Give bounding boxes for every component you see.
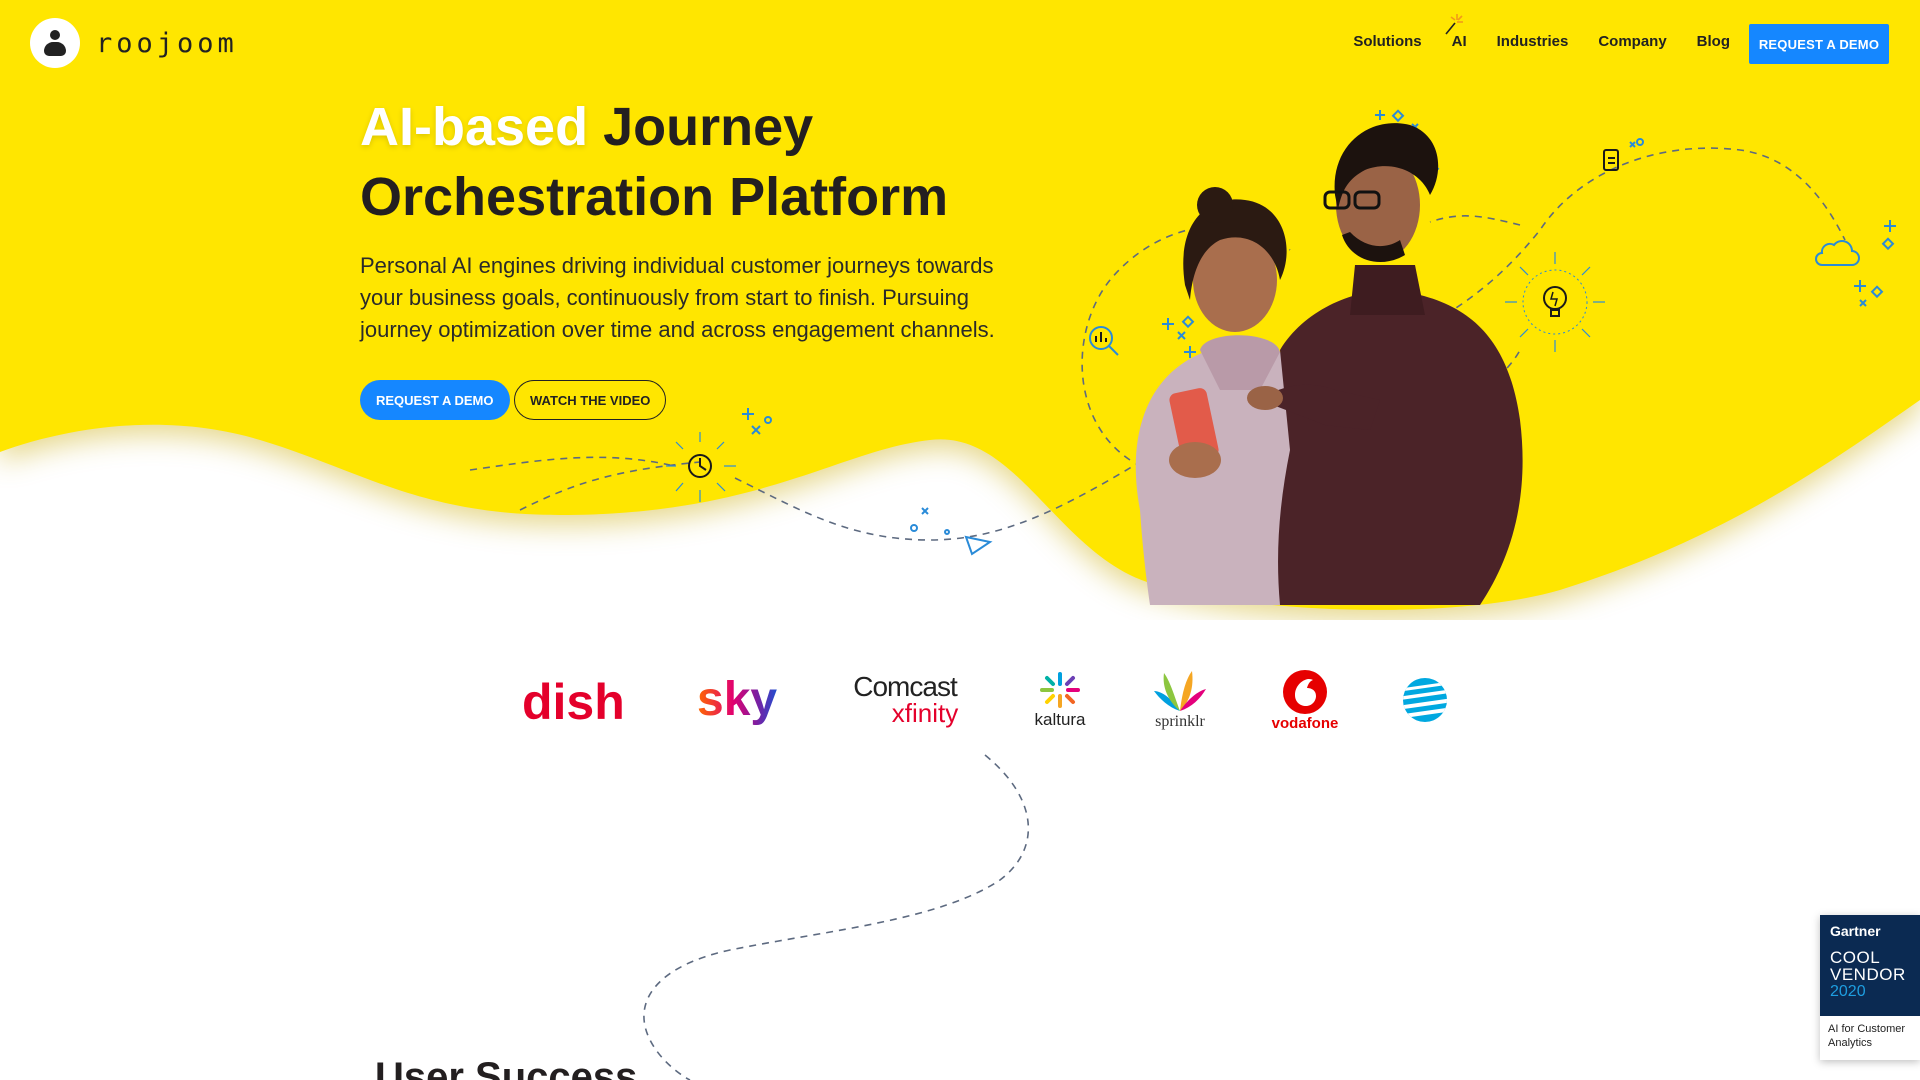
vendor-label: VENDOR: [1830, 965, 1906, 984]
user-success-heading: User Success: [375, 1055, 638, 1080]
sprinklr-logo: sprinklr: [1135, 650, 1225, 750]
nav-blog[interactable]: Blog: [1697, 33, 1730, 50]
svg-text:sky: sky: [697, 675, 777, 725]
hero-title-highlight: AI-based: [360, 97, 589, 157]
nav-ai[interactable]: AI: [1445, 14, 1467, 50]
xfinity-wordmark: xfinity: [891, 698, 959, 728]
roojoom-logo[interactable]: roojoom: [30, 18, 238, 68]
comcast-xfinity-logo: Comcast xfinity: [835, 650, 975, 750]
dish-logo: dish: [520, 650, 640, 750]
hero-title: AI-based Journey Orchestration Platform: [360, 92, 1120, 232]
sky-logo: sky: [695, 650, 785, 750]
logo-mark-icon: [30, 18, 80, 68]
hero-request-demo-button[interactable]: REQUEST A DEMO: [360, 380, 510, 420]
nav-industries[interactable]: Industries: [1497, 33, 1569, 50]
logo-wordmark: roojoom: [96, 27, 238, 59]
nav-company[interactable]: Company: [1598, 33, 1666, 50]
att-logo: [1385, 650, 1465, 750]
award-year: 2020: [1830, 983, 1866, 1000]
gartner-cool-vendor-badge[interactable]: Gartner COOL VENDOR 2020 AI for Customer…: [1820, 915, 1920, 1060]
hero-people-photo: [1135, 123, 1523, 605]
kaltura-wordmark: kaltura: [1034, 710, 1086, 729]
sprinklr-wordmark: sprinklr: [1155, 713, 1205, 730]
site-header: roojoom Solutions AI Industries Company …: [0, 0, 1920, 88]
vodafone-logo: vodafone: [1255, 650, 1355, 750]
vodafone-wordmark: vodafone: [1271, 714, 1339, 732]
cool-label: COOL: [1830, 948, 1881, 967]
kaltura-logo: kaltura: [1015, 650, 1105, 750]
header-request-demo-button[interactable]: REQUEST A DEMO: [1749, 24, 1889, 64]
svg-text:dish: dish: [522, 675, 625, 725]
client-logos: dish sky Comcast xfinity kaltura sprinkl…: [500, 650, 1460, 750]
award-caption: AI for Customer Analytics: [1828, 1023, 1906, 1049]
watch-video-button[interactable]: WATCH THE VIDEO: [514, 380, 667, 420]
gartner-brand: Gartner: [1830, 923, 1881, 939]
hero-subtitle: Personal AI engines driving individual c…: [360, 253, 995, 342]
hero-title-line1: Journey: [588, 97, 814, 157]
nav-solutions[interactable]: Solutions: [1353, 33, 1421, 50]
comcast-wordmark: Comcast: [853, 671, 957, 702]
hero-title-line2: Orchestration Platform: [360, 167, 949, 227]
main-nav: Solutions AI Industries Company Blog: [1353, 14, 1730, 50]
gartner-badge-header: Gartner COOL VENDOR 2020: [1820, 915, 1920, 1016]
sparkle-icon: [1445, 14, 1463, 35]
